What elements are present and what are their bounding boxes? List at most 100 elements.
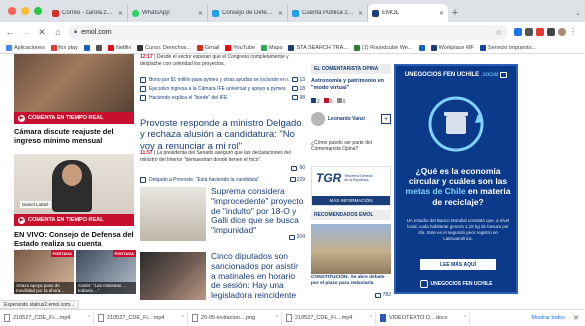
close-window-button[interactable] — [8, 7, 16, 15]
comment-count[interactable]: 98 — [292, 95, 305, 101]
home-icon[interactable]: ⌂ — [52, 25, 64, 39]
bookmark-workplace[interactable]: Workplace MF — [430, 44, 474, 51]
download-item[interactable]: 210527_CDE_Fi....mp4 ⌃ — [4, 311, 94, 325]
chevron-up-icon[interactable]: ⌃ — [463, 315, 467, 321]
related-link[interactable]: Bono por $1 millón para pymes y otras ay… — [140, 75, 305, 84]
comment-icon — [288, 234, 295, 240]
close-tab-icon[interactable]: ✕ — [439, 10, 444, 17]
comment-count-value: 204 — [296, 234, 305, 240]
minimize-window-button[interactable] — [21, 7, 29, 15]
bookmark-gmail[interactable]: Gmail — [197, 44, 219, 51]
chevron-up-icon[interactable]: ⌃ — [275, 315, 279, 321]
tgr-banner[interactable]: TGR Tesorería General de la República MÁ… — [311, 166, 391, 206]
download-item[interactable]: 210527_CDE_Fi....mp4 ⌃ — [286, 311, 376, 325]
close-loading-icon[interactable]: ✕ — [36, 25, 48, 39]
tgr-logo: TGR Tesorería General de la República — [316, 171, 374, 185]
bookmark-label: Netflix — [115, 44, 132, 51]
bookmark-fox-play[interactable]: fox play — [50, 44, 78, 51]
maximize-window-button[interactable] — [34, 7, 42, 15]
download-item[interactable]: VIDEOTEXTO D....docx ⌃ — [380, 311, 470, 325]
bookmark-sta-search[interactable]: STA SEARCH TRA... — [288, 44, 348, 51]
live-comment-bar[interactable]: ▶ COMENTA EN TIEMPO REAL — [14, 214, 134, 226]
back-icon[interactable]: ← — [4, 25, 16, 39]
brief-time: 12:17 — [140, 54, 153, 60]
comment-count[interactable]: 18 — [292, 86, 305, 92]
chevron-up-icon[interactable]: ⌃ — [369, 315, 373, 321]
story-card[interactable]: Cinco diputados son sancionados por asis… — [140, 251, 305, 300]
related-link[interactable]: Haciendo explica el "borde" del IFE 98 — [140, 93, 305, 102]
bookmark-servicio-impuestos[interactable]: Servicio Impuesto... — [479, 44, 536, 51]
chevron-up-icon[interactable]: ⌃ — [181, 315, 185, 321]
opinion-title[interactable]: Astronomía y patrimonio en "modo virtual… — [311, 78, 391, 91]
portada-thumb[interactable]: PORTADA Artaza apoya paso de movilidad p… — [14, 250, 74, 294]
follow-button[interactable]: + — [381, 114, 391, 124]
story-image[interactable] — [140, 252, 206, 300]
live-video-thumbnail[interactable]: Daniel Labbé ▶ COMENTA EN TIEMPO REAL — [14, 154, 134, 226]
close-tab-icon[interactable]: ✕ — [358, 10, 363, 17]
tab-cuenta-publica[interactable]: Cuenta Pública 2020 - Conse... ✕ — [288, 4, 368, 22]
advertisement-banner[interactable]: UNEGOCIOS FEN UCHILE .social ¿Qué es la … — [394, 64, 518, 294]
bookmark-icon-only[interactable] — [418, 44, 425, 51]
puzzle-icon[interactable] — [547, 28, 555, 36]
close-tab-icon[interactable]: ✕ — [118, 10, 123, 17]
portada-thumb[interactable]: PORTADA Carter: "Las ministras ... todav… — [76, 250, 136, 294]
author-name[interactable]: Leonardo Vanzi — [328, 116, 378, 122]
live-video-thumbnail[interactable]: ▶ COMENTA EN TIEMPO REAL — [14, 54, 134, 124]
comment-reaction-count[interactable]: 0 — [336, 98, 345, 105]
recommended-image[interactable] — [311, 224, 391, 274]
like-count[interactable]: 2 — [311, 98, 320, 105]
extension-icon[interactable] — [525, 28, 533, 36]
story-headline[interactable]: Suprema considera "improcedente" proyect… — [211, 186, 305, 236]
close-shelf-icon[interactable]: ✕ — [573, 314, 581, 322]
close-tab-icon[interactable]: ✕ — [198, 10, 203, 17]
address-bar[interactable]: 🔒︎ emol.com ☆ — [68, 24, 508, 40]
forward-icon[interactable]: → — [20, 25, 32, 39]
bookmark-maps[interactable]: Maps — [261, 44, 282, 51]
bookmark-youtube[interactable]: YouTube — [225, 44, 255, 51]
close-tab-icon[interactable]: ✕ — [278, 10, 283, 17]
download-item[interactable]: 20-05-invitacion....png ⌃ — [192, 311, 282, 325]
comment-count[interactable]: 60 — [270, 165, 305, 171]
tab-consejo-defensa[interactable]: Consejo de Defensa del Estad... ✕ — [208, 4, 288, 22]
author-row: Leonardo Vanzi + — [311, 110, 391, 128]
bookmark-curso[interactable]: Curso: Derechos... — [137, 44, 191, 51]
tab-whatsapp[interactable]: WhatsApp ✕ — [128, 4, 208, 22]
tab-emol[interactable]: EMOL ✕ — [368, 4, 448, 22]
avatar[interactable] — [558, 28, 566, 36]
recommended-caption[interactable]: CONSTITUCIÓN: Se abre debate por el plaz… — [311, 275, 391, 287]
browser-window: Correo - carola.zamorano@c... ✕ WhatsApp… — [0, 0, 585, 326]
participate-link[interactable]: ¿Cómo puedo ser parte del Comentarista O… — [311, 140, 391, 153]
bookmark-icon-only[interactable] — [83, 44, 90, 51]
dislike-count[interactable]: 0 — [323, 98, 333, 105]
more-info-button[interactable]: MÁS INFORMACIÓN — [312, 196, 390, 205]
bookmark-netflix[interactable]: Netflix — [107, 44, 132, 51]
extension-icon[interactable] — [536, 28, 544, 36]
story-image[interactable] — [140, 187, 206, 241]
new-tab-button[interactable]: + — [448, 4, 462, 22]
tab-correo[interactable]: Correo - carola.zamorano@c... ✕ — [48, 4, 128, 22]
comment-count[interactable]: 13 — [292, 77, 305, 83]
headline-link[interactable]: Provoste responde a ministro Delgado y r… — [140, 118, 305, 152]
avatar[interactable] — [311, 112, 325, 126]
bookmark-icon-only[interactable] — [95, 44, 102, 51]
download-item[interactable]: 210527_CDE_Fi....mp4 ⌃ — [98, 311, 188, 325]
comment-count[interactable]: 782 — [356, 292, 391, 298]
tab-label: EMOL — [382, 10, 400, 16]
show-all-downloads-link[interactable]: Mostrar todos — [527, 315, 569, 321]
story-headline[interactable]: Cinco diputados son sancionados por asis… — [211, 251, 305, 300]
comment-count[interactable]: 229 — [289, 177, 305, 183]
chevron-up-icon[interactable]: ⌃ — [87, 315, 91, 321]
extension-icon[interactable] — [514, 28, 522, 36]
headline-link[interactable]: Cámara discute reajuste del ingreso míni… — [14, 127, 136, 145]
more-menu-icon[interactable]: ⋮ — [569, 28, 577, 36]
comment-count[interactable]: 204 — [270, 234, 305, 240]
sii-icon — [479, 44, 486, 51]
read-more-button[interactable]: LEE MÁS AQUÍ — [420, 259, 496, 270]
related-link[interactable]: Delgado a Provoste: "Está haciendo la ca… — [140, 175, 305, 184]
bookmark-star-icon[interactable]: ☆ — [495, 28, 502, 37]
related-link[interactable]: Ejecutivo ingresa a la Cámara IFE univer… — [140, 84, 305, 93]
bookmark-roundcube[interactable]: (1) Roundcube We... — [353, 44, 413, 51]
bookmark-aplicaciones[interactable]: Aplicaciones — [6, 44, 45, 51]
live-comment-bar[interactable]: ▶ COMENTA EN TIEMPO REAL — [14, 112, 134, 124]
tab-search-icon[interactable]: ⌄ — [571, 4, 585, 22]
